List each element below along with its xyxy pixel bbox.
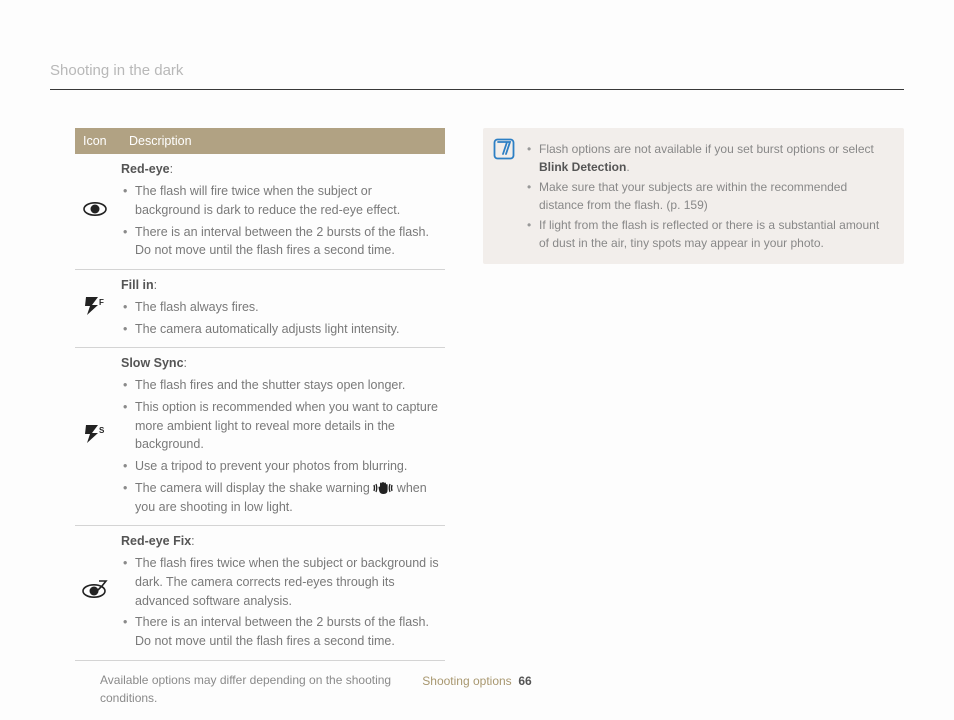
shake-warning-icon (373, 481, 393, 495)
note-item: Flash options are not available if you s… (527, 140, 892, 176)
row-bullet: There is an interval between the 2 burst… (121, 223, 439, 261)
row-title: Slow Sync (121, 356, 184, 370)
flash-options-table: Icon Description (75, 128, 445, 661)
table-row: F Fill in: The flash always fires. The c… (75, 270, 445, 348)
red-eye-icon (83, 205, 107, 219)
row-bullet: This option is recommended when you want… (121, 398, 439, 454)
th-icon: Icon (75, 128, 121, 155)
note-item: If light from the flash is reflected or … (527, 216, 892, 252)
row-title: Red-eye Fix (121, 534, 191, 548)
fill-in-icon: F (83, 305, 107, 319)
note-icon (493, 138, 515, 165)
table-row: S Slow Sync: The flash fires and the shu… (75, 348, 445, 526)
row-bullet: Use a tripod to prevent your photos from… (121, 457, 439, 476)
row-title: Fill in (121, 278, 154, 292)
slow-sync-icon: S (83, 433, 107, 447)
page-title: Shooting in the dark (50, 60, 904, 90)
row-bullet: The flash fires and the shutter stays op… (121, 376, 439, 395)
row-bullet: The camera automatically adjusts light i… (121, 320, 439, 339)
note-item: Make sure that your subjects are within … (527, 178, 892, 214)
row-bullet: The flash will fire twice when the subje… (121, 182, 439, 220)
row-bullet: The flash always fires. (121, 298, 439, 317)
row-title: Red-eye (121, 162, 170, 176)
table-row: Red-eye Fix: The flash fires twice when … (75, 526, 445, 661)
red-eye-fix-icon (82, 589, 108, 603)
svg-text:F: F (99, 298, 104, 307)
page-footer: Shooting options 66 (0, 672, 954, 690)
row-bullet: The camera will display the shake warnin… (121, 479, 439, 517)
footer-page: 66 (518, 674, 531, 688)
th-desc: Description (121, 128, 445, 155)
footer-section: Shooting options (422, 674, 511, 688)
svg-text:S: S (99, 426, 105, 435)
row-bullet: There is an interval between the 2 burst… (121, 613, 439, 651)
row-bullet: The flash fires twice when the subject o… (121, 554, 439, 610)
table-row: Red-eye: The flash will fire twice when … (75, 154, 445, 269)
note-box: Flash options are not available if you s… (483, 128, 904, 264)
